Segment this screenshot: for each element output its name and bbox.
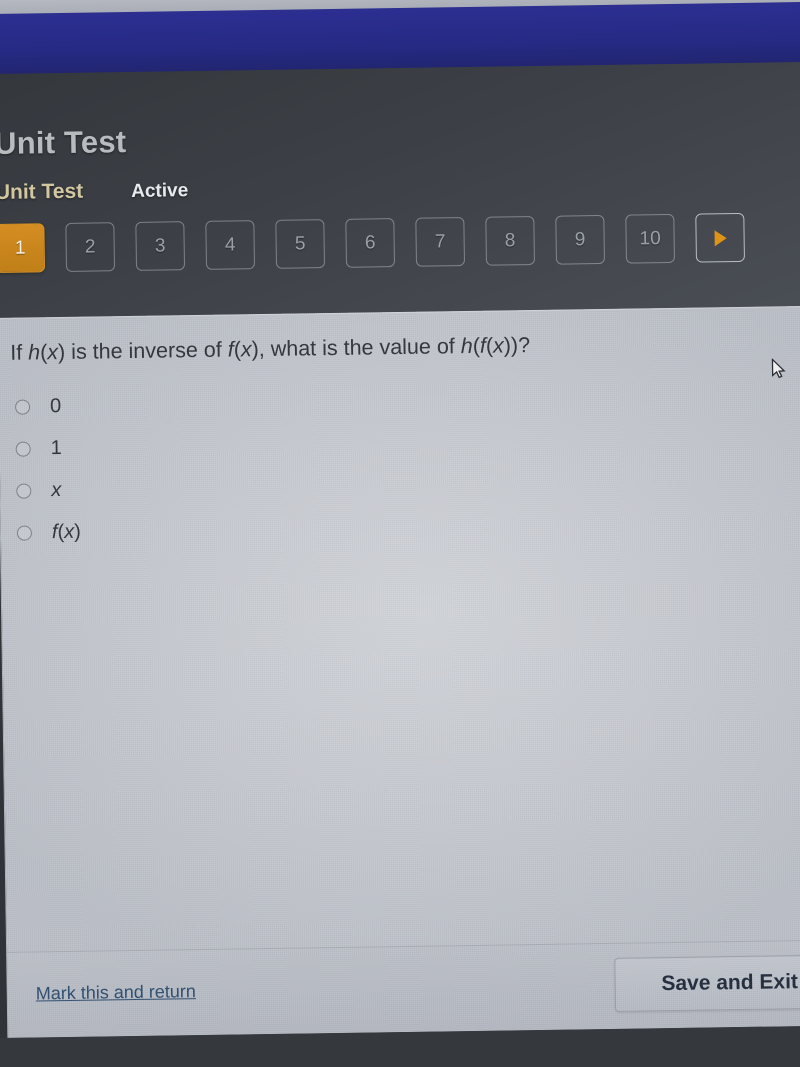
radio-button-icon[interactable] — [14, 399, 31, 415]
breadcrumb: Unit Test Active — [0, 178, 188, 205]
answer-option-label: x — [51, 479, 62, 502]
next-question-button[interactable] — [695, 212, 745, 263]
answer-option-3[interactable]: x — [16, 479, 80, 503]
radio-button-icon[interactable] — [16, 483, 32, 499]
answer-options: 0 1 x f(x) — [14, 395, 81, 545]
test-header: Unit Test Unit Test Active 1 2 3 4 5 6 7 8 9 10 — [0, 61, 800, 335]
pager-button-6[interactable]: 6 — [345, 218, 396, 268]
photographed-screen: Unit Test Unit Test Active 1 2 3 4 5 6 7 8 9 10 I… — [0, 0, 800, 1067]
breadcrumb-test-name: Unit Test — [0, 179, 84, 204]
answer-option-label: f(x) — [51, 520, 81, 544]
status-badge: Active — [130, 180, 189, 202]
answer-option-label: 1 — [50, 437, 62, 460]
pager-button-2[interactable]: 2 — [65, 222, 116, 272]
save-and-exit-button[interactable]: Save and Exit — [614, 954, 800, 1012]
question-panel: If h(x) is the inverse of f(x), what is … — [0, 305, 800, 1038]
pager-button-3[interactable]: 3 — [135, 221, 186, 271]
pager-button-5[interactable]: 5 — [275, 219, 326, 269]
pager-button-7[interactable]: 7 — [415, 217, 466, 267]
pager-button-1[interactable]: 1 — [0, 223, 46, 273]
panel-footer: Mark this and return Save and Exit — [7, 939, 800, 1038]
answer-option-1[interactable]: 0 — [14, 395, 79, 419]
pager-button-10[interactable]: 10 — [625, 213, 675, 264]
answer-option-label: 0 — [49, 395, 62, 418]
screenshot-root: Unit Test Unit Test Active 1 2 3 4 5 6 7 8 9 10 I… — [0, 0, 800, 1067]
radio-button-icon[interactable] — [16, 525, 33, 541]
answer-option-2[interactable]: 1 — [15, 437, 80, 461]
mark-this-and-return-link[interactable]: Mark this and return — [36, 981, 196, 1004]
next-arrow-icon — [714, 229, 727, 246]
radio-button-icon[interactable] — [15, 441, 31, 457]
question-text: If h(x) is the inverse of f(x), what is … — [10, 333, 531, 365]
question-pager: 1 2 3 4 5 6 7 8 9 10 — [0, 212, 745, 273]
pager-button-9[interactable]: 9 — [555, 214, 606, 265]
page-title: Unit Test — [0, 124, 127, 161]
pager-button-8[interactable]: 8 — [485, 215, 536, 266]
pager-button-4[interactable]: 4 — [205, 220, 256, 270]
answer-option-4[interactable]: f(x) — [16, 520, 81, 545]
